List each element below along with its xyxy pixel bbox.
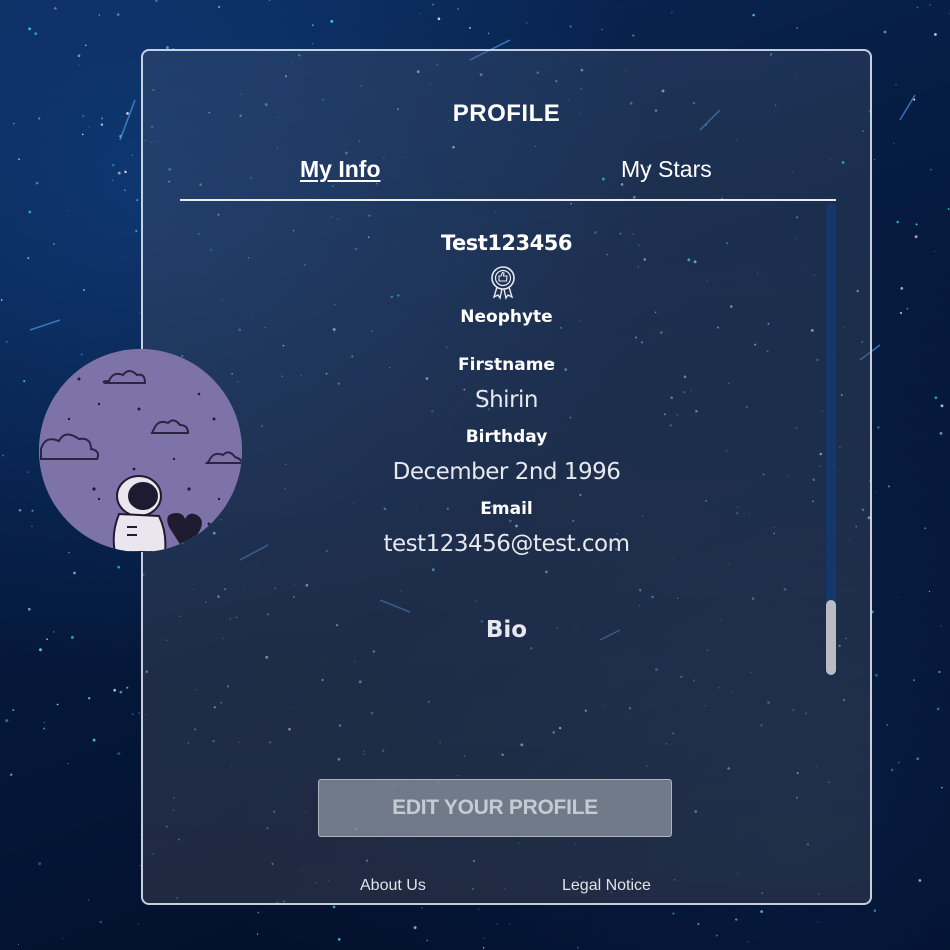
profile-card: PROFILE My Info My Stars Test123456 Neop…	[141, 49, 872, 905]
firstname-label: Firstname	[458, 355, 555, 375]
username: Test123456	[441, 231, 573, 255]
about-us-link[interactable]: About Us	[360, 877, 426, 895]
rank-label: Neophyte	[460, 307, 553, 327]
birthday-value: December 2nd 1996	[392, 459, 621, 485]
birthday-label: Birthday	[465, 427, 548, 447]
tab-my-info[interactable]: My Info	[300, 156, 381, 183]
firstname-value: Shirin	[475, 387, 539, 413]
badge-icon	[491, 266, 515, 300]
email-label: Email	[480, 499, 533, 519]
tab-divider	[180, 199, 836, 201]
edit-profile-button[interactable]: EDIT YOUR PROFILE	[318, 779, 672, 837]
page-title: PROFILE	[452, 100, 561, 127]
tab-my-stars[interactable]: My Stars	[621, 156, 712, 183]
tab-bar: My Info My Stars	[180, 156, 836, 202]
bio-heading: Bio	[485, 617, 528, 643]
astronaut-avatar-icon	[39, 349, 242, 552]
avatar	[39, 349, 242, 552]
legal-notice-link[interactable]: Legal Notice	[562, 877, 651, 895]
email-value: test123456@test.com	[383, 531, 630, 557]
